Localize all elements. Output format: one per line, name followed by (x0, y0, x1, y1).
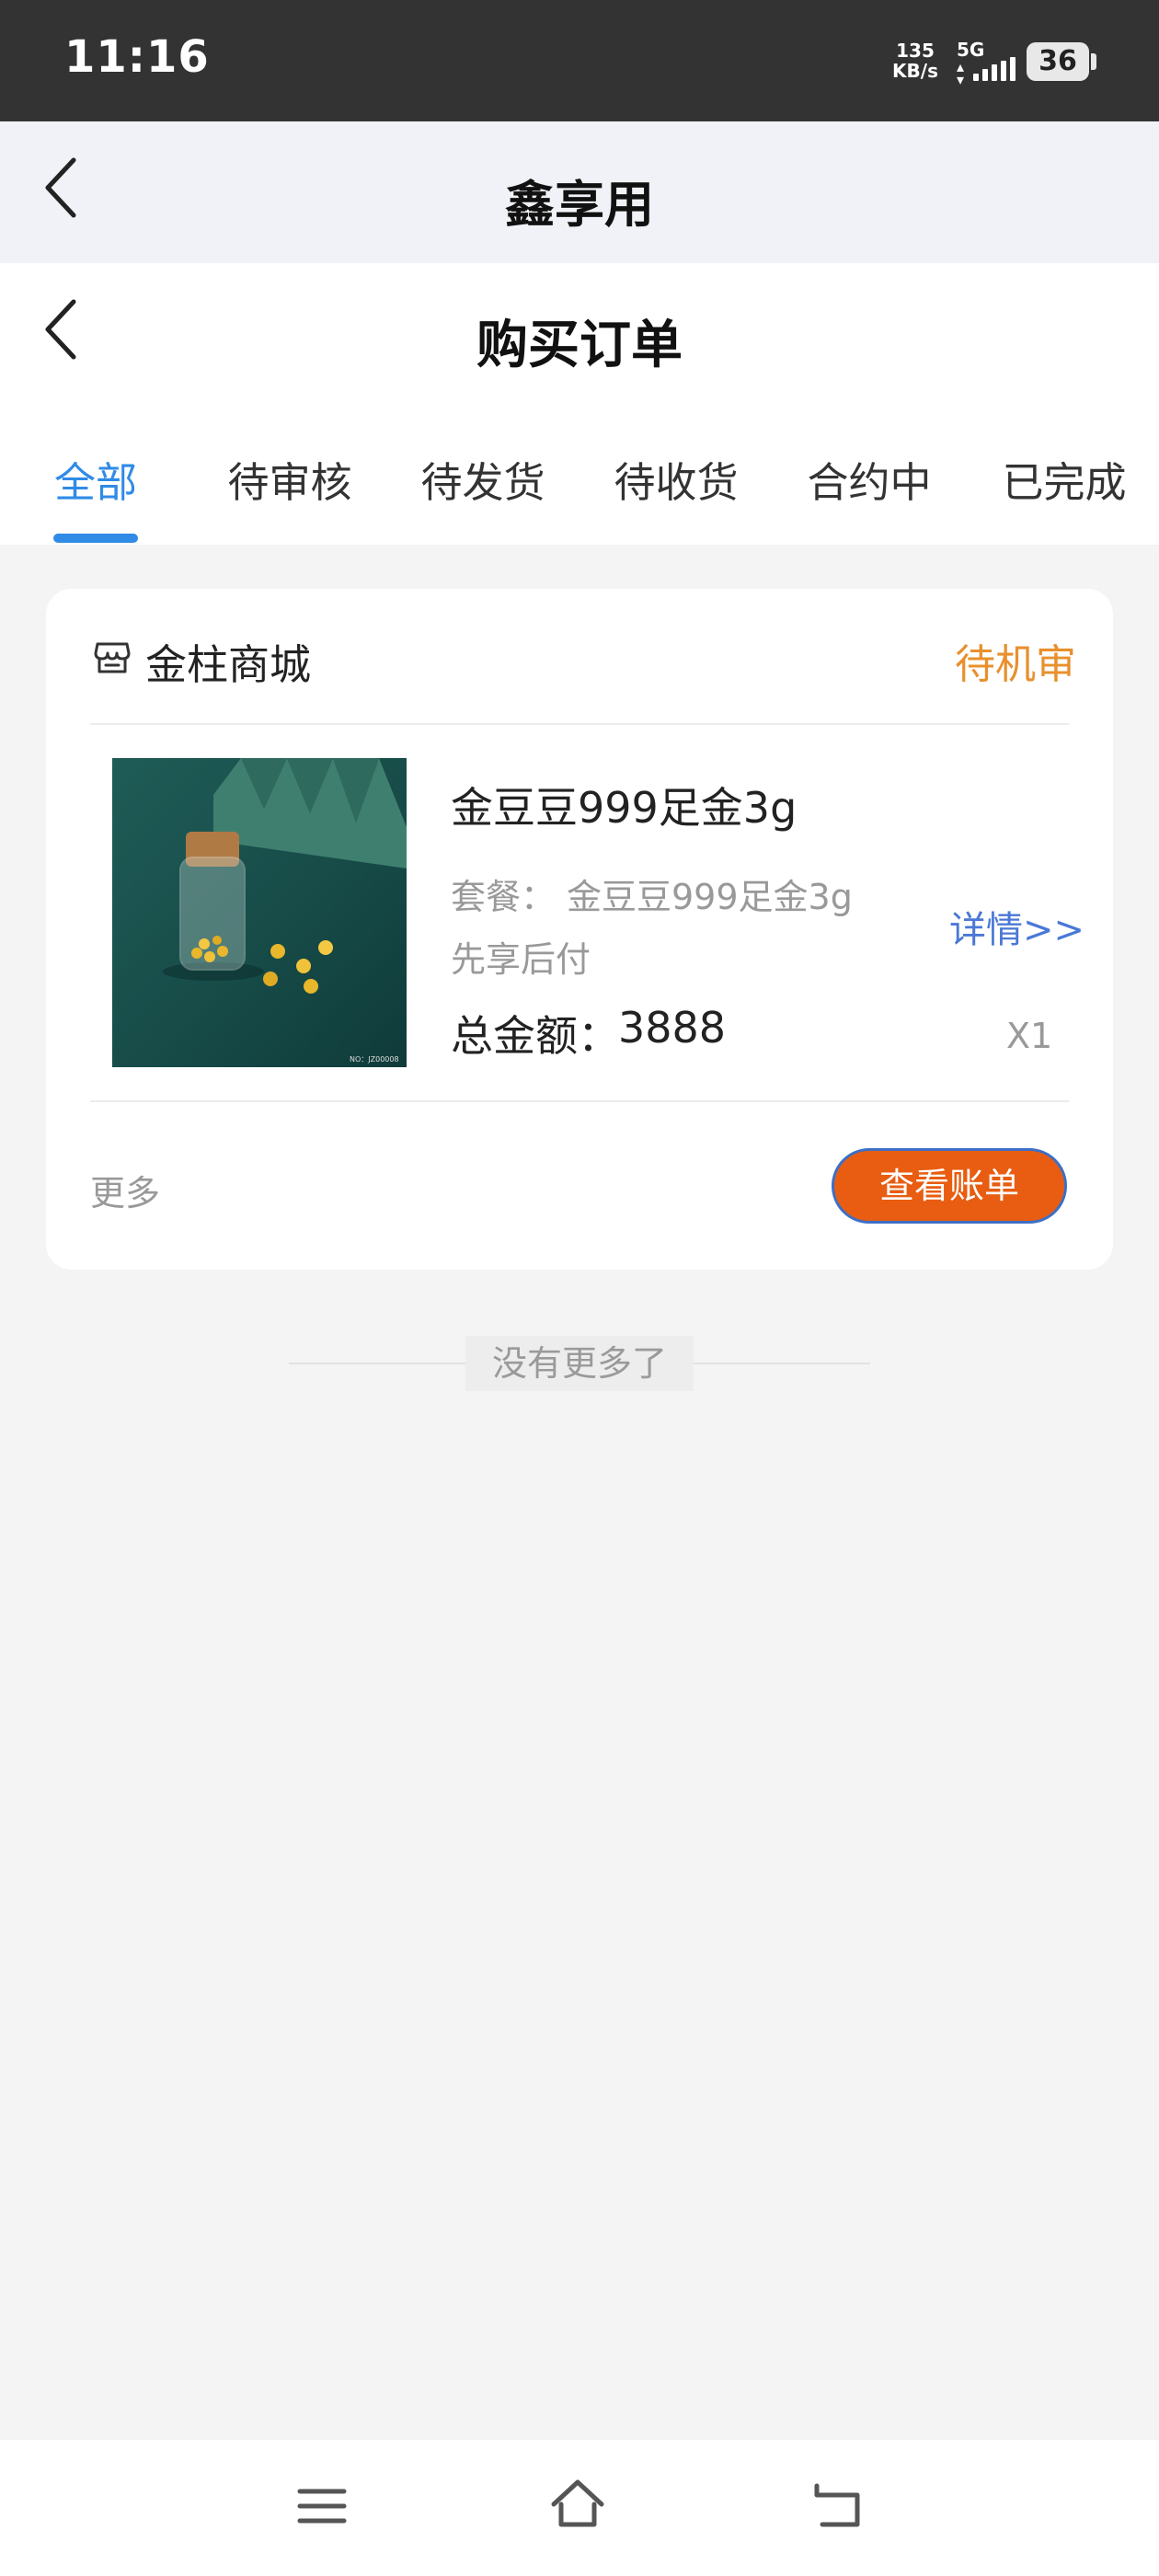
network-speed-value: 135 (896, 40, 935, 62)
menu-icon[interactable] (294, 2478, 350, 2534)
network-speed: 135 KB/s (883, 40, 947, 81)
quantity: X1 (1006, 1016, 1053, 1056)
divider (90, 1100, 1069, 1102)
end-divider-right (694, 1363, 870, 1364)
page-title: 购买订单 (476, 316, 683, 375)
package-label: 套餐： (451, 877, 557, 917)
tab-completed[interactable]: 已完成 (1001, 449, 1128, 509)
data-arrows-icon: ▴ ▾ (957, 58, 965, 88)
tab-indicator (53, 534, 138, 543)
return-icon[interactable] (809, 2477, 865, 2532)
product-image[interactable]: NO：JZ00008 (112, 758, 407, 1067)
more-button[interactable]: 更多 (90, 1165, 160, 1215)
details-link[interactable]: 详情>> (949, 900, 1084, 953)
tab-pending-review[interactable]: 待审核 (226, 449, 353, 509)
view-bill-button[interactable]: 查看账单 (832, 1148, 1067, 1224)
status-time: 11:16 (64, 31, 210, 83)
tab-pending-receipt[interactable]: 待收货 (613, 449, 740, 509)
payment-mode: 先享后付 (451, 939, 591, 980)
divider (90, 723, 1069, 725)
image-caption: NO：JZ00008 (350, 1055, 399, 1064)
product-name[interactable]: 金豆豆999足金3g (451, 775, 797, 835)
total-label: 总金额： (451, 1011, 620, 1061)
battery-icon: 36 (1027, 42, 1089, 81)
tab-in-contract[interactable]: 合约中 (806, 449, 933, 509)
end-divider-left (289, 1363, 465, 1364)
signal-icon (973, 57, 1016, 81)
tab-pending-shipment[interactable]: 待发货 (419, 449, 546, 509)
store-icon (94, 642, 131, 673)
tab-all[interactable]: 全部 (53, 449, 138, 509)
package-value: 金豆豆999足金3g (567, 877, 853, 917)
battery-tip (1091, 53, 1096, 70)
network-speed-unit: KB/s (892, 60, 938, 82)
order-status: 待机审 (955, 641, 1076, 688)
app-title: 鑫享用 (505, 176, 654, 234)
home-icon[interactable] (550, 2477, 605, 2532)
store-name[interactable]: 金柱商城 (145, 631, 311, 691)
total-amount: 3888 (618, 1003, 727, 1052)
list-end-text: 没有更多了 (465, 1336, 694, 1391)
